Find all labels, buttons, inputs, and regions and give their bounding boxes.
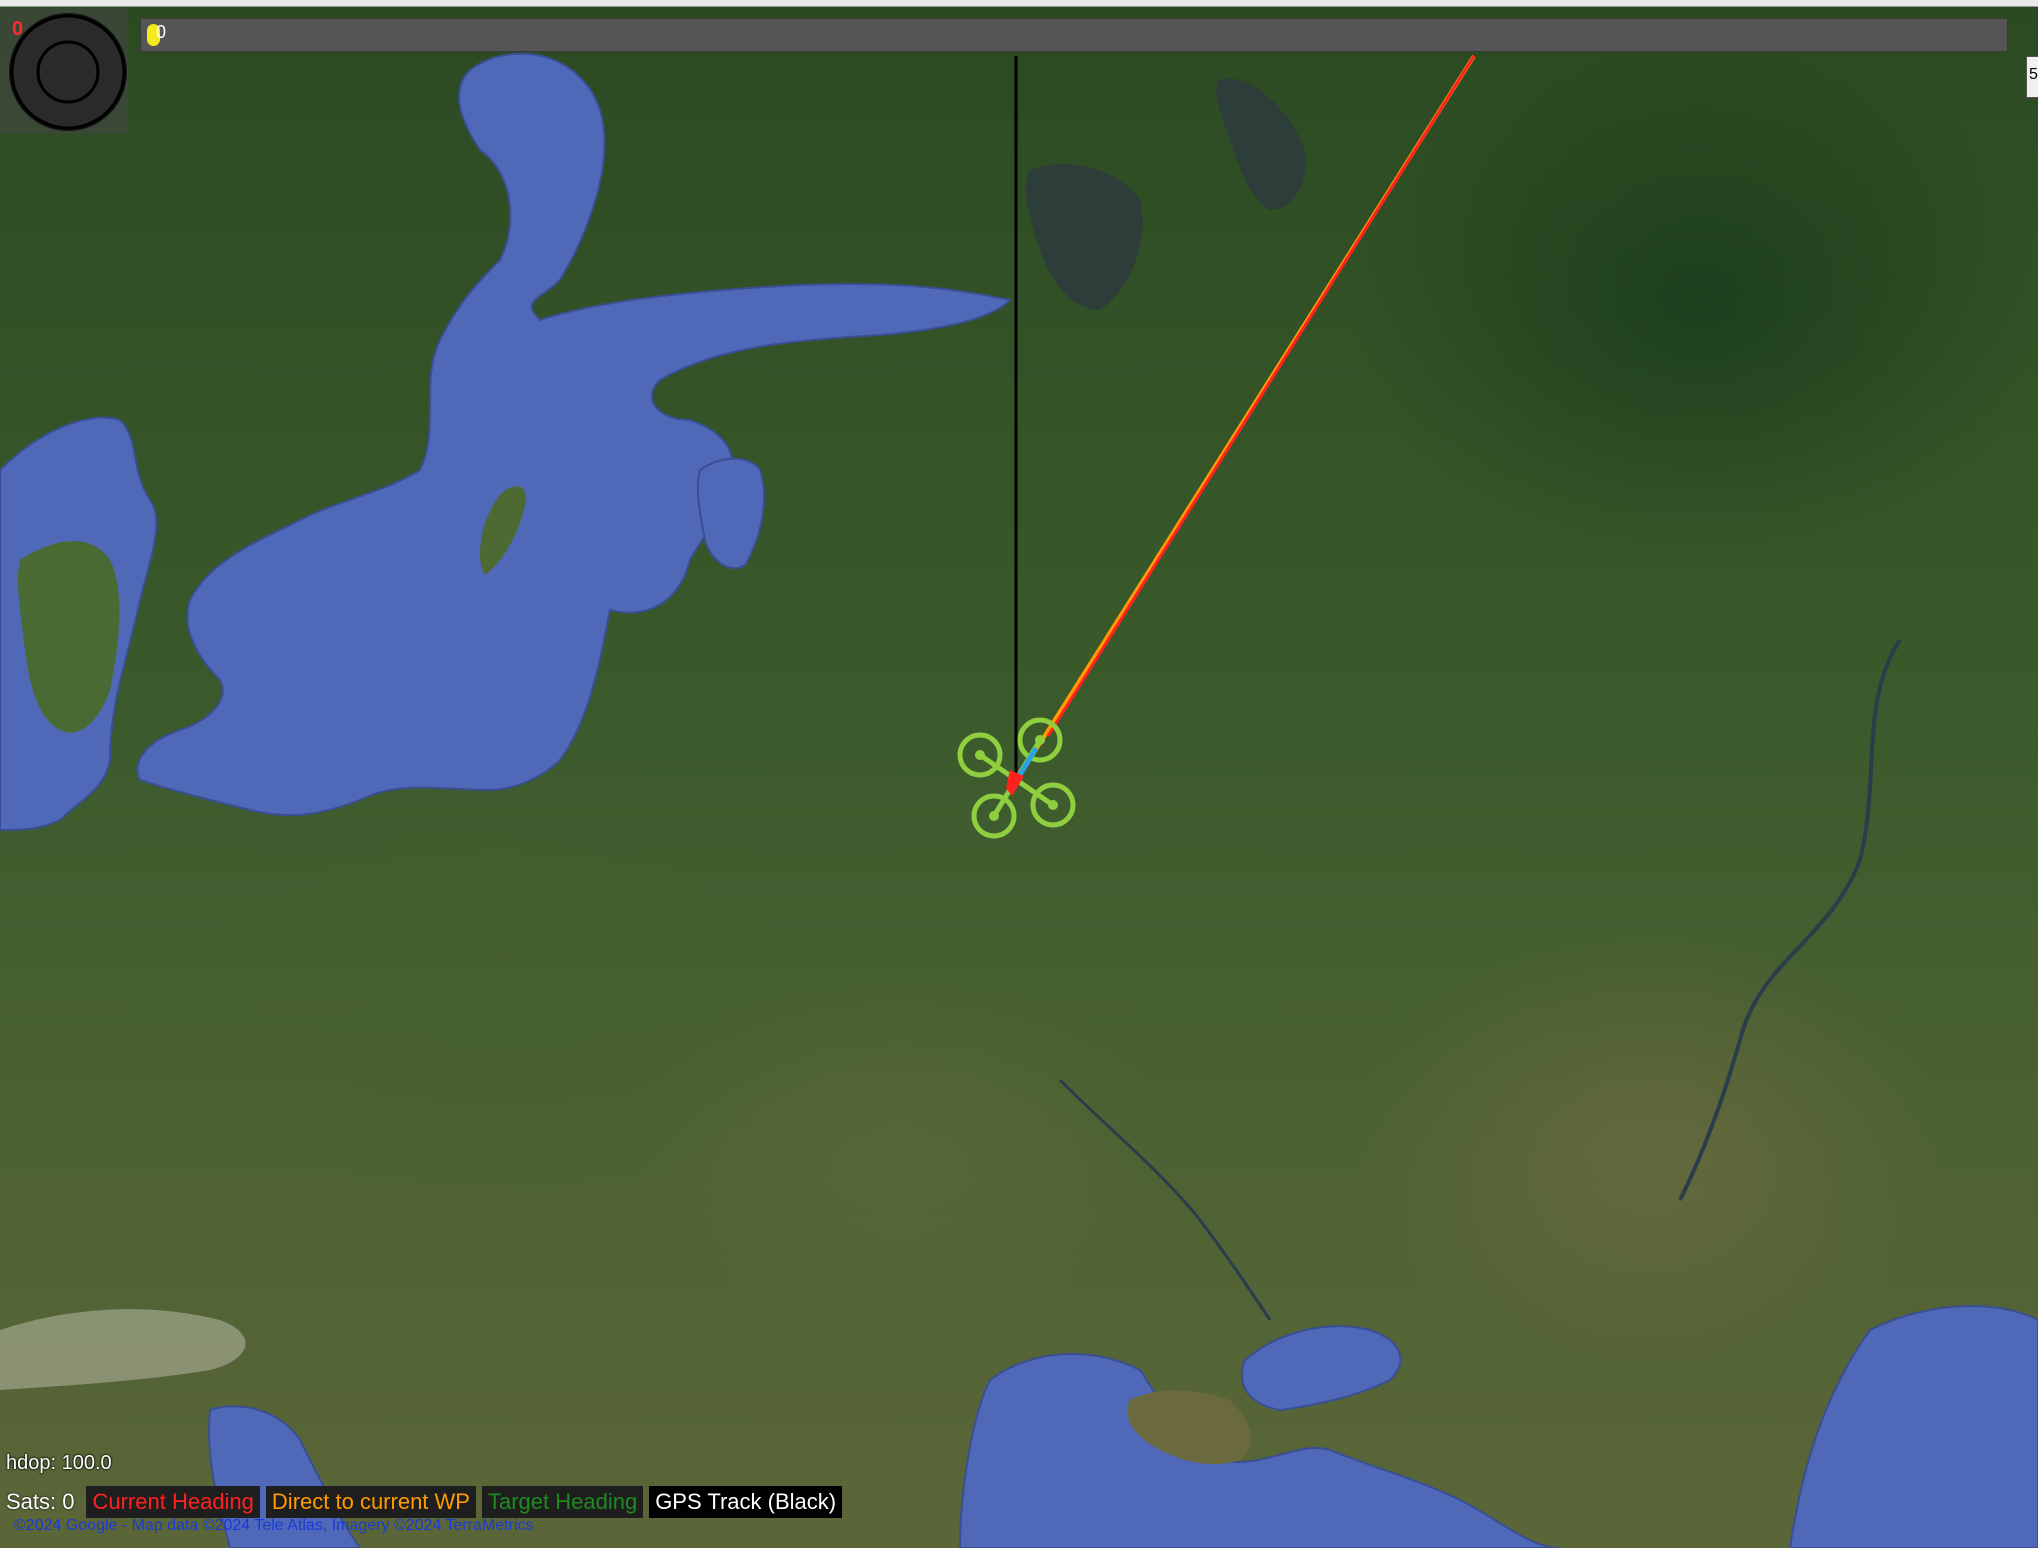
- legend-current-heading: Current Heading: [86, 1486, 260, 1518]
- map-overlay: [0, 52, 2038, 1548]
- progress-value: 0: [156, 22, 167, 42]
- lake-ladoga: [1025, 164, 1143, 310]
- window-top-edge: [0, 0, 2038, 7]
- dnieper-river: [1058, 1078, 1272, 1321]
- satellite-map[interactable]: [0, 0, 2038, 1548]
- caspian-sea: [1788, 1305, 2038, 1548]
- baltic-sea: [136, 52, 1013, 817]
- gulf-of-riga: [696, 457, 766, 570]
- compass-widget: 0: [0, 8, 128, 134]
- map-legend: Sats: 0 Current Heading Direct to curren…: [4, 1484, 843, 1520]
- hdop-readout: hdop: 100.0: [6, 1452, 112, 1474]
- progress-slider[interactable]: 0: [140, 18, 2008, 52]
- map-copyright: ©2024 Google - Map data ©2024 Tele Atlas…: [14, 1517, 534, 1534]
- sats-readout: Sats: 0: [6, 1489, 75, 1514]
- right-side-tab[interactable]: 5: [2026, 56, 2038, 98]
- lake-onega: [1215, 78, 1306, 210]
- sea-of-azov: [1240, 1325, 1402, 1412]
- legend-direct-to-wp: Direct to current WP: [265, 1486, 476, 1518]
- alps-snow: [0, 1309, 246, 1390]
- compass-count: 0: [12, 18, 24, 40]
- volga-river: [1678, 638, 1902, 1201]
- legend-gps-track: GPS Track (Black): [649, 1486, 843, 1518]
- legend-target-heading: Target Heading: [481, 1486, 644, 1518]
